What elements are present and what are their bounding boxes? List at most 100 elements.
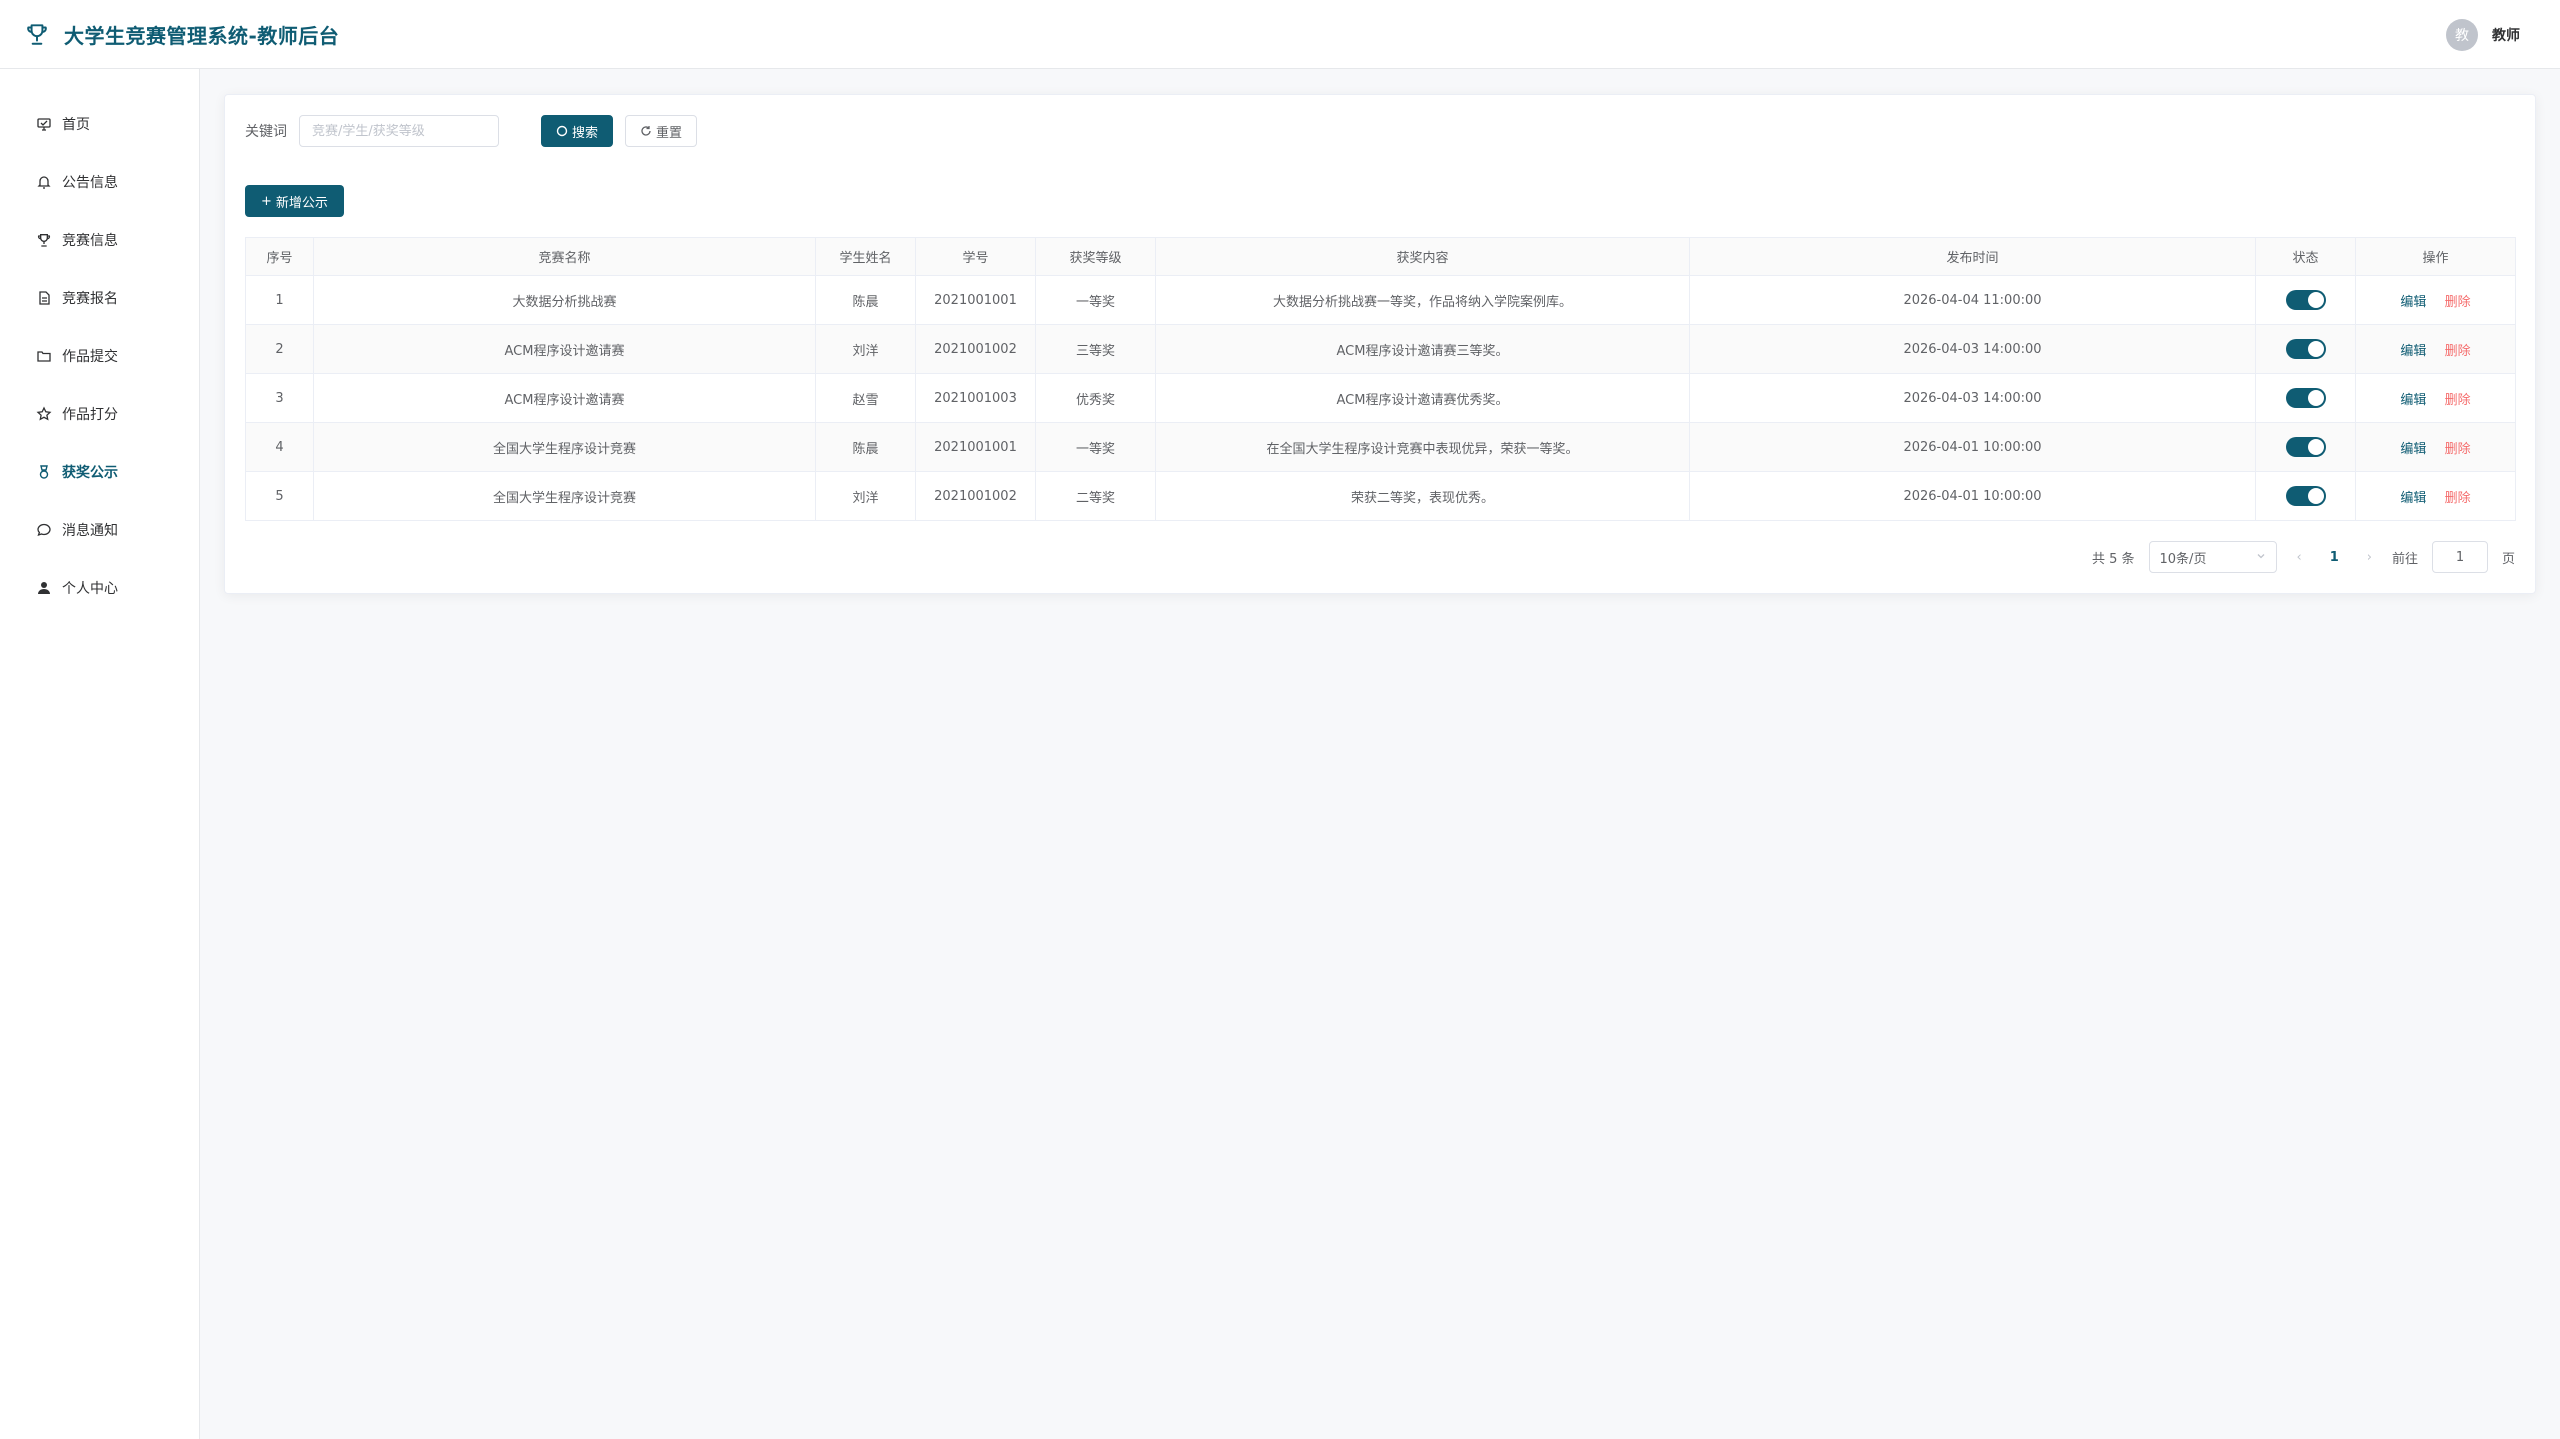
cell-student-id: 2021001001 xyxy=(915,275,1036,325)
cell-status xyxy=(2255,275,2356,325)
app-title: 大学生竞赛管理系统-教师后台 xyxy=(64,23,340,48)
trophy-icon xyxy=(36,232,52,248)
cell-content: 在全国大学生程序设计竞赛中表现优异，荣获一等奖。 xyxy=(1155,422,1690,472)
delete-link[interactable]: 删除 xyxy=(2445,344,2471,359)
cell-actions: 编辑 删除 xyxy=(2355,373,2516,423)
add-button-label: 新增公示 xyxy=(275,195,328,211)
cell-competition: 全国大学生程序设计竞赛 xyxy=(313,471,816,521)
status-toggle[interactable] xyxy=(2285,339,2326,359)
table-row: 2 ACM程序设计邀请赛 刘洋 2021001002 三等奖 ACM程序设计邀请… xyxy=(245,324,2516,374)
sidebar-item-messages[interactable]: 消息通知 xyxy=(0,501,199,559)
sidebar-item-label: 首页 xyxy=(62,117,90,133)
sidebar: 首页 公告信息 竞赛信息 竞赛报名 作品提交 作品打分 获奖公示 消息通知 个人… xyxy=(0,69,200,1439)
col-header-level: 获奖等级 xyxy=(1035,237,1156,276)
goto-label: 前往 xyxy=(2391,551,2418,567)
cell-competition: 大数据分析挑战赛 xyxy=(313,275,816,325)
user-icon xyxy=(36,580,52,596)
reset-button-label: 重置 xyxy=(656,125,683,141)
delete-link[interactable]: 删除 xyxy=(2445,442,2471,457)
search-button-label: 搜索 xyxy=(572,125,599,141)
cell-status xyxy=(2255,471,2356,521)
cell-level: 二等奖 xyxy=(1035,471,1156,521)
user-menu[interactable]: 教 教师 xyxy=(2446,19,2520,51)
status-toggle[interactable] xyxy=(2285,486,2326,506)
cell-student-id: 2021001002 xyxy=(915,471,1036,521)
status-toggle[interactable] xyxy=(2285,290,2326,310)
star-icon xyxy=(36,406,52,422)
cell-competition: 全国大学生程序设计竞赛 xyxy=(313,422,816,472)
sidebar-item-home[interactable]: 首页 xyxy=(0,95,199,153)
refresh-icon xyxy=(640,125,652,137)
cell-level: 三等奖 xyxy=(1035,324,1156,374)
edit-link[interactable]: 编辑 xyxy=(2400,295,2426,310)
goto-page-input[interactable] xyxy=(2431,541,2488,573)
avatar[interactable]: 教 xyxy=(2446,19,2478,51)
delete-link[interactable]: 删除 xyxy=(2445,491,2471,506)
edit-link[interactable]: 编辑 xyxy=(2400,442,2426,457)
col-header-status: 状态 xyxy=(2255,237,2356,276)
plus-icon: + xyxy=(261,193,272,209)
pagination: 共 5 条 10条/页 ‹ 1 › 前往 页 xyxy=(2092,541,2515,573)
table-row: 4 全国大学生程序设计竞赛 陈晨 2021001001 一等奖 在全国大学生程序… xyxy=(245,422,2516,472)
sidebar-item-profile[interactable]: 个人中心 xyxy=(0,559,199,617)
search-form: 关键词 搜索 重置 xyxy=(245,115,698,147)
cell-actions: 编辑 删除 xyxy=(2355,275,2516,325)
folder-icon xyxy=(36,348,52,364)
col-header-student-id: 学号 xyxy=(915,237,1036,276)
home-icon xyxy=(36,116,52,132)
cell-time: 2026-04-03 14:00:00 xyxy=(1689,373,2256,423)
cell-content: ACM程序设计邀请赛优秀奖。 xyxy=(1155,373,1690,423)
awards-table: 序号 竞赛名称 学生姓名 学号 获奖等级 获奖内容 发布时间 状态 操作 1 大… xyxy=(245,237,2516,521)
document-icon xyxy=(36,290,52,306)
prev-page-icon[interactable]: ‹ xyxy=(2291,550,2308,565)
cell-actions: 编辑 删除 xyxy=(2355,422,2516,472)
user-name[interactable]: 教师 xyxy=(2492,25,2520,45)
edit-link[interactable]: 编辑 xyxy=(2400,491,2426,506)
keyword-label: 关键词 xyxy=(245,124,287,140)
search-icon xyxy=(556,125,568,137)
sidebar-item-label: 公告信息 xyxy=(62,175,118,191)
cell-actions: 编辑 删除 xyxy=(2355,324,2516,374)
search-button[interactable]: 搜索 xyxy=(541,115,614,147)
sidebar-item-competitions[interactable]: 竞赛信息 xyxy=(0,211,199,269)
cell-status xyxy=(2255,373,2356,423)
status-toggle[interactable] xyxy=(2285,437,2326,457)
cell-level: 一等奖 xyxy=(1035,275,1156,325)
col-header-index: 序号 xyxy=(245,237,314,276)
cell-content: 大数据分析挑战赛一等奖，作品将纳入学院案例库。 xyxy=(1155,275,1690,325)
cell-student: 陈晨 xyxy=(815,275,916,325)
sidebar-item-scoring[interactable]: 作品打分 xyxy=(0,385,199,443)
col-header-content: 获奖内容 xyxy=(1155,237,1690,276)
status-toggle[interactable] xyxy=(2285,388,2326,408)
toolbar: + 新增公示 xyxy=(245,185,344,217)
add-announcement-button[interactable]: + 新增公示 xyxy=(245,185,344,217)
sidebar-item-registration[interactable]: 竞赛报名 xyxy=(0,269,199,327)
reset-button[interactable]: 重置 xyxy=(625,115,698,147)
sidebar-item-awards[interactable]: 获奖公示 xyxy=(0,443,199,501)
cell-level: 一等奖 xyxy=(1035,422,1156,472)
cell-status xyxy=(2255,324,2356,374)
table-header-row: 序号 竞赛名称 学生姓名 学号 获奖等级 获奖内容 发布时间 状态 操作 xyxy=(245,237,2516,276)
edit-link[interactable]: 编辑 xyxy=(2400,393,2426,408)
page-number[interactable]: 1 xyxy=(2322,550,2347,565)
next-page-icon[interactable]: › xyxy=(2361,550,2378,565)
delete-link[interactable]: 删除 xyxy=(2445,393,2471,408)
page-size-select[interactable]: 10条/页 xyxy=(2148,541,2277,573)
sidebar-item-label: 消息通知 xyxy=(62,523,118,539)
table-row: 1 大数据分析挑战赛 陈晨 2021001001 一等奖 大数据分析挑战赛一等奖… xyxy=(245,275,2516,325)
sidebar-item-label: 作品提交 xyxy=(62,349,118,365)
cell-index: 5 xyxy=(245,471,314,521)
sidebar-item-label: 竞赛信息 xyxy=(62,233,118,249)
cell-student-id: 2021001002 xyxy=(915,324,1036,374)
edit-link[interactable]: 编辑 xyxy=(2400,344,2426,359)
sidebar-item-submission[interactable]: 作品提交 xyxy=(0,327,199,385)
total-count: 共 5 条 xyxy=(2091,551,2135,567)
cell-content: 荣获二等奖，表现优秀。 xyxy=(1155,471,1690,521)
cell-student: 赵雪 xyxy=(815,373,916,423)
delete-link[interactable]: 删除 xyxy=(2445,295,2471,310)
sidebar-item-label: 获奖公示 xyxy=(62,465,118,481)
sidebar-item-announcements[interactable]: 公告信息 xyxy=(0,153,199,211)
search-input[interactable] xyxy=(299,115,499,147)
cell-level: 优秀奖 xyxy=(1035,373,1156,423)
cell-student-id: 2021001003 xyxy=(915,373,1036,423)
